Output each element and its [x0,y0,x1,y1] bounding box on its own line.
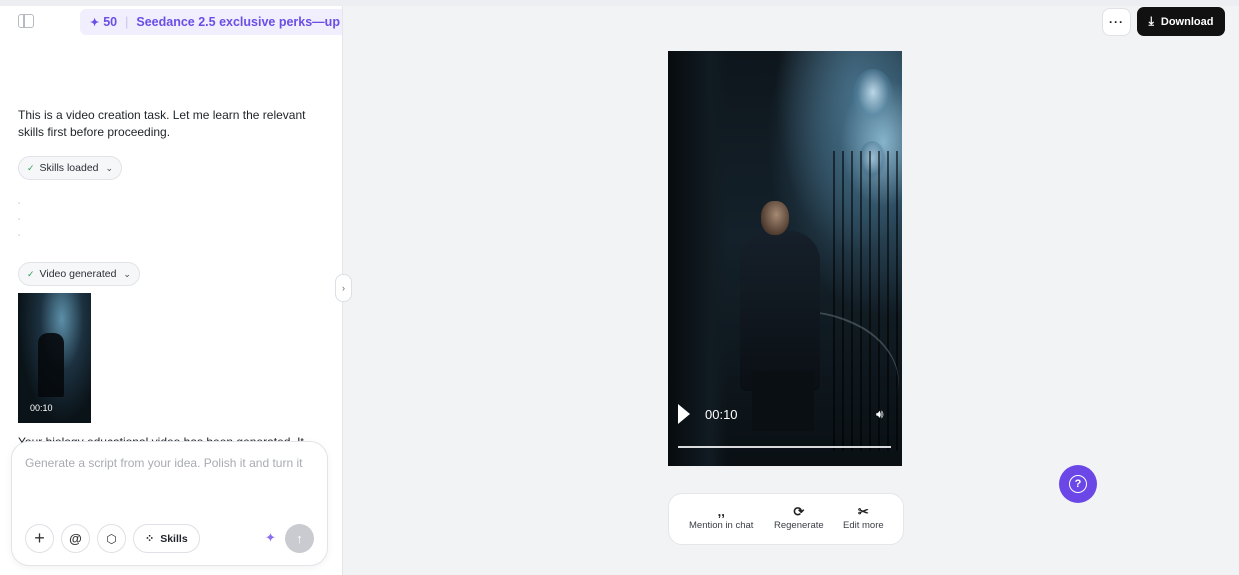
chevron-right-icon: › [342,283,345,293]
check-icon: ✓ [27,268,35,279]
arrow-up-icon: ↑ [296,531,303,546]
assistant-message: This is a video creation task. Let me le… [18,108,306,139]
video-thumbnail[interactable]: 00:10 [18,293,91,423]
check-icon: ✓ [27,162,35,173]
chevron-down-icon: ⌄ [123,268,131,279]
chevron-down-icon: ⌄ [105,162,114,173]
mention-in-chat-label: Mention in chat [689,520,754,531]
download-label: Download [1160,15,1214,28]
skills-label: Skills [160,532,188,545]
more-button[interactable]: ··· [1102,8,1131,36]
question-icon: ? [1069,475,1087,493]
cube-icon: ⬡ [106,531,117,546]
at-icon: @ [69,531,82,546]
composer: + @ ⬡ ⁘ Skills ✦ ↑ [11,441,328,566]
skills-loaded-chip[interactable]: ✓ Skills loaded ⌄ [18,156,123,180]
refresh-icon: ⟳ [793,504,805,519]
mention-in-chat-button[interactable]: ,, Mention in chat [689,503,753,531]
model-button[interactable]: ⬡ [97,524,126,553]
skills-loaded-label: Skills loaded [39,162,99,174]
panel-collapse-handle[interactable]: › [335,274,352,302]
sidebar-toggle-icon[interactable] [18,14,34,28]
ghost-figure [853,69,893,121]
promo-banner[interactable]: ✦ 50 | Seedance 2.5 exclusive perks—up t… [80,9,343,35]
download-button[interactable]: ⤓ Download [1137,7,1225,36]
man-figure [740,231,820,391]
send-button[interactable]: ↑ [285,524,314,553]
promo-divider: | [125,15,129,29]
sparkle-icon[interactable]: ✦ [265,530,276,546]
quote-icon: ,, [717,504,725,519]
sparkle-icon: ✦ [90,16,100,29]
thumbnail-figure [38,333,64,397]
video-actions-bar: ,, Mention in chat ⟳ Regenerate ✂ Edit m… [668,493,904,545]
download-icon: ⤓ [1148,14,1154,28]
video-progress-bar[interactable] [678,446,891,448]
scissors-icon: ✂ [857,504,869,519]
thumbnail-duration: 00:10 [30,403,53,413]
edit-more-label: Edit more [843,520,884,531]
play-icon[interactable] [678,404,690,424]
promo-credits: 50 [103,15,118,29]
regenerate-button[interactable]: ⟳ Regenerate [774,503,824,531]
video-player[interactable]: 00:10 🔊︎ [668,51,902,466]
video-time: 00:10 [705,407,738,422]
grid-icon: ⁘ [145,533,155,545]
regenerate-label: Regenerate [774,520,824,531]
chat-panel: ✦ 50 | Seedance 2.5 exclusive perks—up t… [0,6,343,575]
faint-placeholder [18,202,20,242]
plus-icon: + [34,528,45,548]
volume-icon[interactable]: 🔊︎ [876,407,884,422]
promo-text: Seedance 2.5 exclusive perks—up to [136,15,343,29]
video-generated-chip[interactable]: ✓ Video generated ⌄ [18,262,140,286]
prompt-input[interactable] [25,456,315,470]
skills-button[interactable]: ⁘ Skills [133,524,200,553]
help-button[interactable]: ? [1059,465,1097,503]
video-generated-label: Video generated [39,268,117,280]
mention-button[interactable]: @ [61,524,90,553]
more-icon: ··· [1109,15,1124,29]
edit-more-button[interactable]: ✂ Edit more [843,503,884,531]
add-button[interactable]: + [25,524,54,553]
